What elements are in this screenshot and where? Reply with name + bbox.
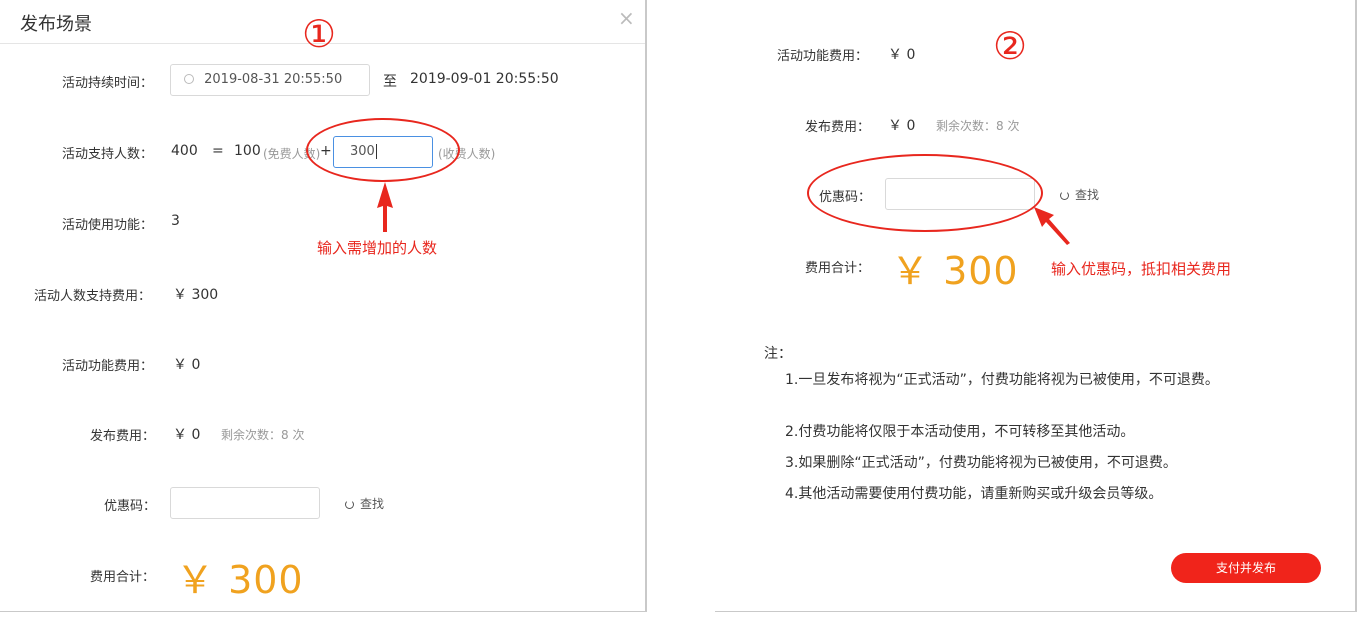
annotation-arrow-diagonal [1034, 207, 1070, 245]
right-feature-fee-label: 活动功能费用： [777, 49, 869, 64]
right-publish-fee-value: ￥ 0 [888, 118, 916, 134]
start-time-value: 2019-08-31 20:55:50 [204, 72, 343, 87]
right-dialog [715, 0, 1355, 612]
free-count: 100 [234, 143, 261, 159]
annotation-arrow-up [377, 182, 393, 232]
note-item-2: 2.付费功能将仅限于本活动使用，不可转移至其他活动。 [785, 424, 1135, 440]
note-item-1: 1.一旦发布将视为“正式活动”，付费功能将视为已被使用，不可退费。 [785, 372, 1219, 388]
right-remaining-count: 剩余次数：8 次 [936, 119, 1020, 133]
annotation-number-1: ① [302, 12, 337, 56]
clock-icon [184, 74, 194, 84]
publish-fee-label: 发布费用： [90, 429, 156, 444]
right-total-value: ￥ 300 [891, 249, 1019, 293]
feature-fee-value: ￥ 0 [173, 357, 201, 373]
right-publish-fee-label: 发布费用： [805, 120, 871, 135]
panel-gap [647, 0, 715, 625]
end-time-value: 2019-09-01 20:55:50 [410, 71, 559, 87]
feature-fee-label: 活动功能费用： [62, 359, 154, 374]
capacity-fee-value: ￥ 300 [173, 287, 219, 303]
duration-label: 活动持续时间： [62, 76, 154, 91]
features-value: 3 [171, 213, 180, 229]
annotation-text-coupon: 输入优惠码，抵扣相关费用 [1051, 260, 1232, 278]
notes-heading: 注： [764, 346, 792, 362]
publish-fee-value: ￥ 0 [173, 427, 201, 443]
total-label: 费用合计： [90, 570, 156, 585]
close-icon[interactable]: × [618, 6, 635, 30]
right-coupon-search-button[interactable]: 查找 [1060, 186, 1099, 203]
right-feature-fee-value: ￥ 0 [888, 47, 916, 63]
capacity-total: 400 [171, 143, 198, 159]
search-label: 查找 [360, 497, 385, 511]
annotation-ellipse-capacity [306, 118, 460, 182]
left-dialog-bottom-border [0, 611, 647, 612]
annotation-number-2: ② [993, 24, 1028, 68]
right-dialog-border [1355, 0, 1357, 612]
coupon-input[interactable] [170, 487, 320, 519]
pay-and-publish-button[interactable]: 支付并发布 [1171, 553, 1321, 583]
refresh-icon [345, 500, 354, 509]
capacity-fee-label: 活动人数支持费用： [34, 289, 152, 304]
right-total-label: 费用合计： [805, 261, 871, 276]
dialog-title: 发布场景 [20, 14, 92, 35]
features-label: 活动使用功能： [62, 218, 154, 233]
refresh-icon [1060, 191, 1069, 200]
coupon-search-button[interactable]: 查找 [345, 495, 384, 512]
total-value: ￥ 300 [176, 558, 304, 602]
time-separator: 至 [383, 74, 397, 90]
annotation-ellipse-coupon [807, 154, 1043, 232]
remaining-count: 剩余次数：8 次 [221, 428, 305, 442]
note-item-4: 4.其他活动需要使用付费功能，请重新购买或升级会员等级。 [785, 486, 1163, 502]
coupon-label: 优惠码： [104, 499, 157, 514]
annotation-text-capacity: 输入需增加的人数 [317, 239, 438, 257]
search-label: 查找 [1075, 188, 1100, 202]
start-time-input[interactable]: 2019-08-31 20:55:50 [170, 64, 370, 96]
equals-sign: = [212, 143, 224, 159]
capacity-label: 活动支持人数： [62, 147, 154, 162]
note-item-3: 3.如果删除“正式活动”，付费功能将视为已被使用，不可退费。 [785, 455, 1177, 471]
right-dialog-bottom-border [715, 611, 1357, 612]
